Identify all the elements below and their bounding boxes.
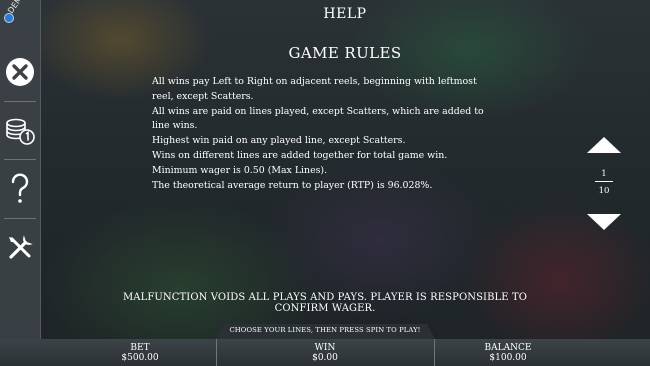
rule-item: All wins pay Left to Right on adjacent r…: [152, 76, 477, 102]
question-icon: [11, 173, 29, 203]
sidebar: DEMO: [0, 0, 41, 366]
current-page: 1: [601, 169, 607, 179]
rule-item: The theoretical average return to player…: [152, 179, 433, 191]
win-value: $0.00: [312, 353, 338, 363]
close-button[interactable]: [0, 43, 40, 101]
page-title: HELP: [323, 6, 367, 22]
demo-badge: DEMO: [2, 0, 40, 28]
page-divider: [595, 181, 613, 182]
help-button[interactable]: [0, 160, 40, 218]
bet-value: $500.00: [121, 353, 159, 363]
demo-label: DEMO: [6, 0, 28, 16]
bet-display: BET $500.00: [100, 343, 180, 363]
rules-text: All wins pay Left to Right on adjacent r…: [152, 75, 492, 193]
paytable-button[interactable]: [0, 101, 40, 159]
page-down-arrow-icon[interactable]: [587, 214, 621, 230]
page-up-arrow-icon[interactable]: [587, 137, 621, 153]
win-label: WIN: [314, 343, 336, 353]
total-pages: 10: [598, 186, 610, 196]
balance-value: $100.00: [489, 353, 527, 363]
malfunction-notice: MALFUNCTION VOIDS ALL PLAYS AND PAYS. PL…: [122, 292, 528, 314]
hint-text: CHOOSE YOUR LINES, THEN PRESS SPIN TO PL…: [229, 326, 421, 334]
page-indicator: 1 10: [590, 168, 618, 197]
bet-label: BET: [130, 343, 150, 353]
rule-item: Minimum wager is 0.50 (Max Lines).: [152, 164, 328, 176]
bottom-divider: [434, 339, 435, 366]
rule-item: Highest win paid on any played line, exc…: [152, 135, 406, 147]
rule-item: All wins are paid on lines played, excep…: [152, 105, 484, 132]
bottom-divider: [216, 339, 217, 366]
win-display: WIN $0.00: [285, 343, 365, 363]
tools-icon: [9, 235, 33, 259]
coins-icon: [6, 118, 35, 145]
rule-item: Wins on different lines are added togeth…: [152, 149, 448, 161]
section-title: GAME RULES: [288, 44, 402, 62]
balance-label: BALANCE: [484, 343, 532, 353]
close-icon: [6, 58, 34, 86]
settings-button[interactable]: [0, 219, 40, 277]
balance-display: BALANCE $100.00: [468, 343, 548, 363]
